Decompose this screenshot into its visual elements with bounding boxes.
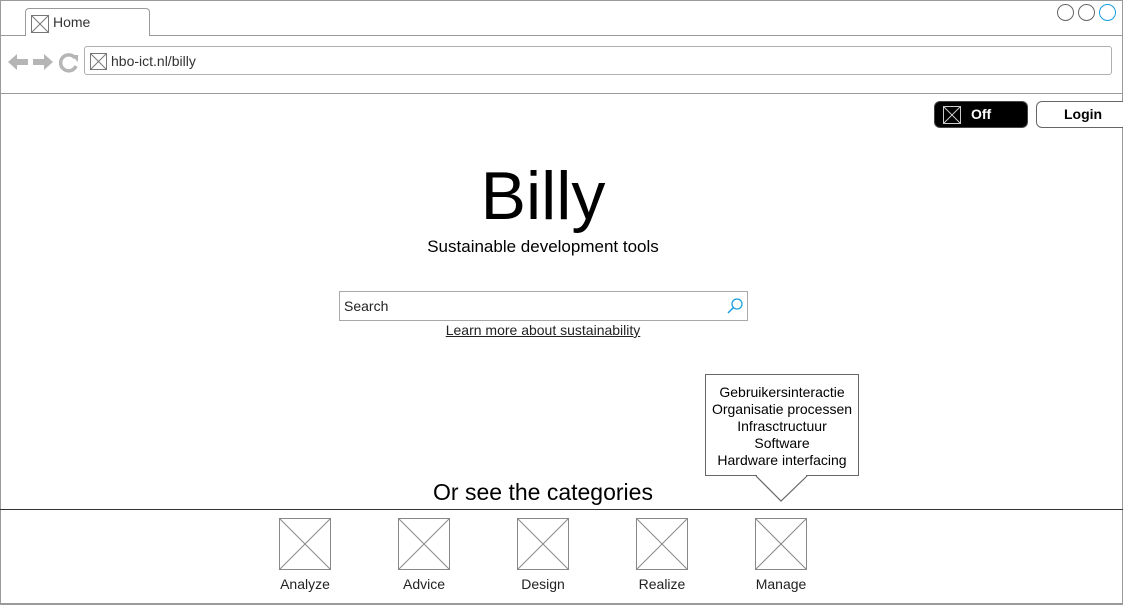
image-placeholder-icon bbox=[943, 106, 961, 124]
category-label: Design bbox=[521, 576, 565, 592]
search-icon[interactable] bbox=[726, 297, 744, 320]
popover-item[interactable]: Hardware interfacing bbox=[706, 452, 858, 469]
categories-title: Or see the categories bbox=[433, 479, 653, 505]
popover-item[interactable]: Gebruikersinteractie bbox=[706, 384, 858, 401]
category-popover: Gebruikersinteractie Organisatie process… bbox=[705, 374, 859, 476]
image-placeholder-icon bbox=[90, 53, 107, 70]
toggle-label: Off bbox=[971, 106, 992, 122]
url-text: hbo-ict.nl/billy bbox=[111, 53, 196, 69]
divider bbox=[0, 509, 1123, 510]
category-label: Analyze bbox=[280, 576, 330, 592]
close-button[interactable] bbox=[1099, 4, 1116, 21]
tab-home[interactable]: Home bbox=[25, 8, 150, 36]
toggle-switch[interactable]: Off bbox=[934, 101, 1028, 128]
category-label: Realize bbox=[638, 576, 686, 592]
image-placeholder-icon bbox=[31, 15, 49, 33]
image-placeholder-icon bbox=[755, 518, 807, 570]
page-title: Billy bbox=[480, 158, 606, 234]
category-analyze[interactable]: Analyze bbox=[265, 518, 345, 592]
tab-bar: Home bbox=[0, 0, 1123, 36]
popover-item[interactable]: Organisatie processen bbox=[706, 401, 858, 418]
forward-arrow-icon[interactable] bbox=[33, 53, 53, 76]
maximize-button[interactable] bbox=[1078, 4, 1095, 21]
category-design[interactable]: Design bbox=[503, 518, 583, 592]
image-placeholder-icon bbox=[279, 518, 331, 570]
address-bar-row: hbo-ict.nl/billy bbox=[0, 35, 1123, 94]
reload-icon[interactable] bbox=[58, 53, 79, 78]
image-placeholder-icon bbox=[517, 518, 569, 570]
window-bottom-edge bbox=[0, 603, 1123, 604]
category-manage[interactable]: Manage bbox=[741, 518, 821, 592]
minimize-button[interactable] bbox=[1057, 4, 1074, 21]
image-placeholder-icon bbox=[636, 518, 688, 570]
url-field[interactable]: hbo-ict.nl/billy bbox=[84, 46, 1112, 75]
category-realize[interactable]: Realize bbox=[622, 518, 702, 592]
category-label: Manage bbox=[755, 576, 807, 592]
search-placeholder: Search bbox=[344, 298, 389, 314]
popover-item[interactable]: Software bbox=[706, 435, 858, 452]
tab-label: Home bbox=[53, 14, 91, 30]
back-arrow-icon[interactable] bbox=[8, 53, 28, 76]
login-button[interactable]: Login bbox=[1036, 101, 1123, 128]
category-advice[interactable]: Advice bbox=[384, 518, 464, 592]
image-placeholder-icon bbox=[398, 518, 450, 570]
popover-item[interactable]: Infrasctructuur bbox=[706, 418, 858, 435]
learn-more-link[interactable]: Learn more about sustainability bbox=[0, 322, 1086, 338]
category-label: Advice bbox=[402, 576, 446, 592]
search-input[interactable]: Search bbox=[339, 291, 748, 321]
page-subtitle: Sustainable development tools bbox=[427, 237, 659, 256]
